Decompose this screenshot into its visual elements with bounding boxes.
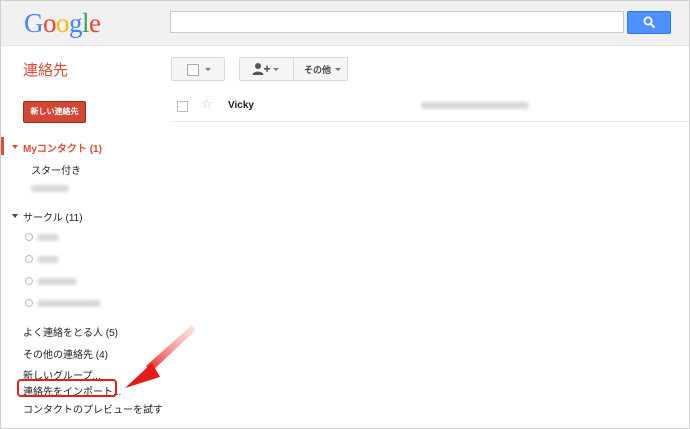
sidebar-item-circles[interactable]: サークル (11) xyxy=(23,209,83,224)
sidebar-item-count: (4) xyxy=(95,350,109,361)
sidebar-item-label: よく連絡をとる人 xyxy=(23,328,103,339)
sidebar-item-starred[interactable]: スター付き xyxy=(31,162,81,177)
checkbox-icon xyxy=(187,64,199,76)
logo-letter: o xyxy=(43,8,57,38)
sidebar-item-preview[interactable]: コンタクトのプレビューを試す xyxy=(23,401,163,416)
logo-letter: l xyxy=(82,8,90,38)
annotation-highlight-box xyxy=(17,379,117,397)
app-title: 連絡先 xyxy=(23,62,69,79)
add-person-icon xyxy=(252,63,270,75)
active-indicator xyxy=(1,137,4,155)
sidebar-item-label: サークル xyxy=(23,213,63,224)
star-icon[interactable]: ☆ xyxy=(201,97,213,112)
logo-letter: e xyxy=(89,8,101,38)
search-icon xyxy=(643,16,656,29)
logo-letter: o xyxy=(56,8,70,38)
redacted-group-label xyxy=(31,185,69,192)
list-divider xyxy=(171,121,689,122)
chevron-down-icon xyxy=(335,68,341,71)
circle-icon xyxy=(25,255,33,263)
redacted-circle-label[interactable] xyxy=(37,234,59,241)
sidebar-item-most-contacted[interactable]: よく連絡をとる人 (5) xyxy=(23,324,118,339)
add-to-circle-button[interactable] xyxy=(239,57,293,81)
chevron-down-icon xyxy=(273,68,279,71)
logo-letter: g xyxy=(69,8,83,38)
more-button-label: その他 xyxy=(304,66,332,76)
search-input[interactable] xyxy=(170,11,624,33)
annotation-arrow xyxy=(125,325,196,388)
triangle-down-icon xyxy=(12,214,18,218)
redacted-circle-label[interactable] xyxy=(37,278,77,285)
contact-name[interactable]: Vicky xyxy=(228,100,254,111)
redacted-circle-label[interactable] xyxy=(37,256,59,263)
circle-icon xyxy=(25,299,33,307)
sidebar-item-other-contacts[interactable]: その他の連絡先 (4) xyxy=(23,346,108,361)
google-logo[interactable]: Google xyxy=(24,8,101,39)
redacted-circle-label[interactable] xyxy=(37,300,101,307)
search-button[interactable] xyxy=(627,11,671,34)
contact-checkbox[interactable] xyxy=(177,101,188,112)
sidebar-item-label: Myコンタクト xyxy=(23,144,87,155)
sidebar-item-count: (11) xyxy=(65,213,83,224)
select-button[interactable] xyxy=(171,57,225,81)
circle-icon xyxy=(25,233,33,241)
circle-icon xyxy=(25,277,33,285)
sidebar-item-my-contacts[interactable]: Myコンタクト (1) xyxy=(23,140,102,155)
logo-letter: G xyxy=(24,8,44,38)
chevron-down-icon xyxy=(205,68,211,71)
triangle-down-icon xyxy=(12,145,18,149)
new-contact-button[interactable]: 新しい連絡先 xyxy=(23,101,86,123)
sidebar-item-count: (1) xyxy=(89,144,102,155)
redacted-contact-email xyxy=(421,102,529,109)
more-button[interactable]: その他 xyxy=(293,57,348,81)
sidebar-item-label: その他の連絡先 xyxy=(23,350,93,361)
